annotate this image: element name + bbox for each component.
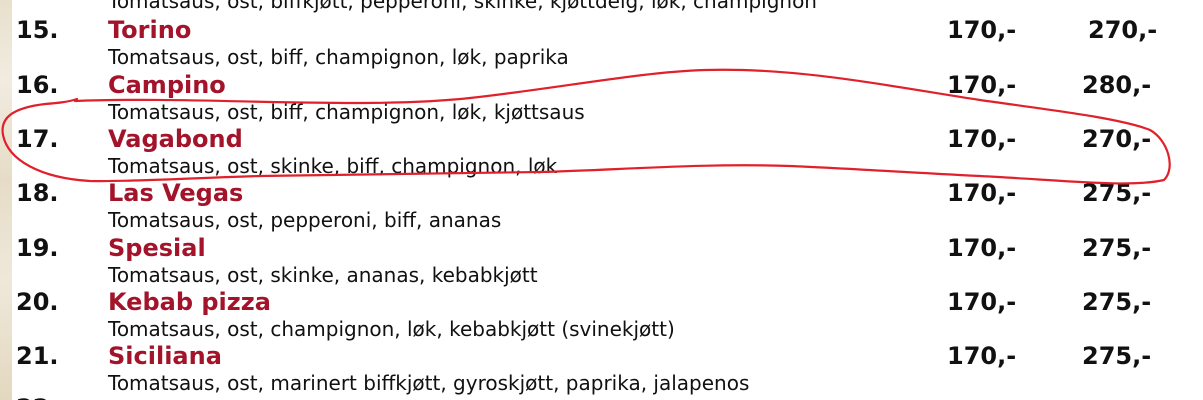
menu-item-price-large: 275,- bbox=[1082, 342, 1152, 370]
menu-item-price-small: 170,- bbox=[947, 71, 1017, 99]
decorative-border bbox=[0, 0, 12, 400]
menu-item-price-large: 275,- bbox=[1082, 179, 1152, 207]
menu-item-name: Las Vegas bbox=[108, 179, 244, 207]
menu-item-price-large: 275,- bbox=[1082, 288, 1152, 316]
menu-item-price-small: 170,- bbox=[947, 288, 1017, 316]
menu-item-description: Tomatsaus, ost, skinke, ananas, kebabkjø… bbox=[108, 263, 538, 287]
menu-item-name: Spesial bbox=[108, 234, 206, 262]
menu-item-name: Torino bbox=[108, 16, 192, 44]
menu-item-number: 19. bbox=[16, 234, 59, 262]
menu-item-price-large: 270,- bbox=[1088, 16, 1158, 44]
menu-item-number: 20. bbox=[16, 288, 59, 316]
menu-item-price-small: 170,- bbox=[947, 234, 1017, 262]
menu-item-number: 17. bbox=[16, 125, 59, 153]
menu-item-description: Tomatsaus, ost, biff, champignon, løk, k… bbox=[108, 100, 585, 124]
menu-item-price-small: 170,- bbox=[947, 16, 1017, 44]
menu-item-description: Tomatsaus, ost, pepperoni, biff, ananas bbox=[108, 208, 502, 232]
menu-item-price-small: 170,- bbox=[947, 179, 1017, 207]
menu-item-number: 18. bbox=[16, 179, 59, 207]
menu-item-price-large: 280,- bbox=[1082, 71, 1152, 99]
menu-item-name: Vagabond bbox=[108, 125, 243, 153]
menu-item-number: 15. bbox=[16, 16, 59, 44]
menu-item-number-partial: 22. bbox=[16, 396, 59, 400]
menu-item-price-large: 275,- bbox=[1082, 234, 1152, 262]
menu-item-description-partial: Tomatsaus, ost, biffkjøtt, pepperoni, sk… bbox=[108, 0, 817, 13]
menu-item-price-large: 270,- bbox=[1082, 125, 1152, 153]
menu-item-description: Tomatsaus, ost, marinert biffkjøtt, gyro… bbox=[108, 371, 750, 395]
menu-item-price-small: 170,- bbox=[947, 125, 1017, 153]
menu-item-description: Tomatsaus, ost, skinke, biff, champignon… bbox=[108, 154, 558, 178]
menu-item-number: 16. bbox=[16, 71, 59, 99]
menu-item-price-small: 170,- bbox=[947, 342, 1017, 370]
menu-item-number: 21. bbox=[16, 342, 59, 370]
menu-item-name: Campino bbox=[108, 71, 226, 99]
menu-item-description: Tomatsaus, ost, biff, champignon, løk, p… bbox=[108, 45, 569, 69]
pizza-menu-page: Tomatsaus, ost, biffkjøtt, pepperoni, sk… bbox=[0, 0, 1203, 400]
menu-item-name: Siciliana bbox=[108, 342, 222, 370]
menu-item-name: Kebab pizza bbox=[108, 288, 271, 316]
menu-item-description: Tomatsaus, ost, champignon, løk, kebabkj… bbox=[108, 317, 675, 341]
